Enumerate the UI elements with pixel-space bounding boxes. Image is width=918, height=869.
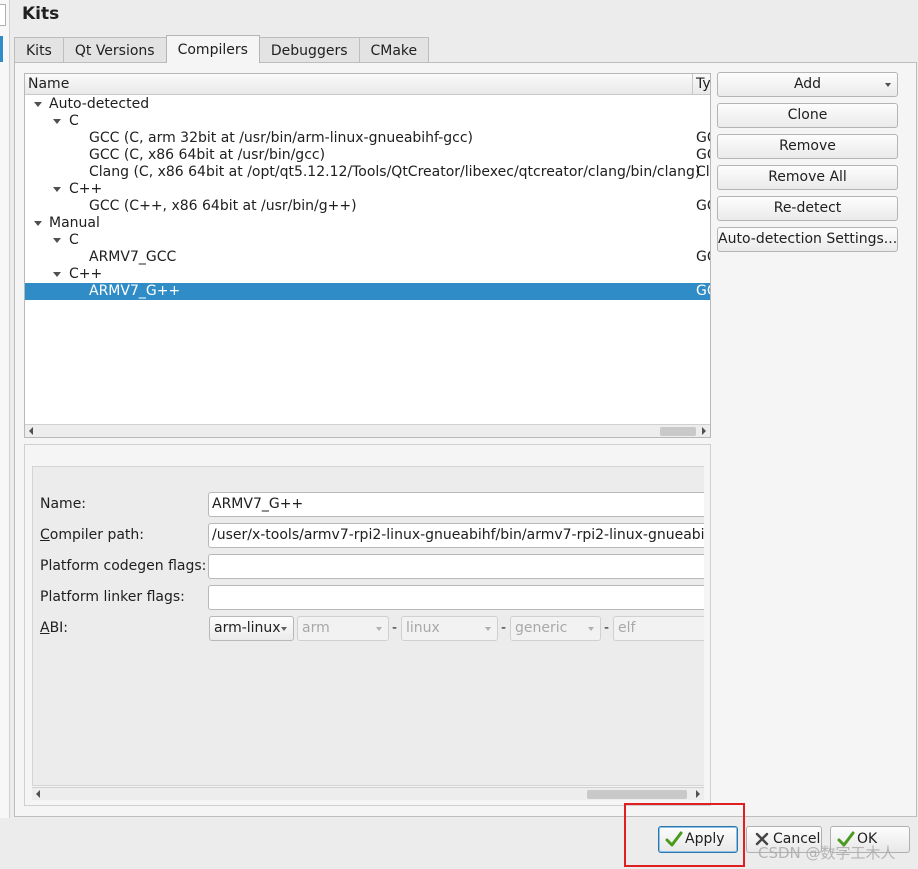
name-field[interactable]: ARMV7_G++	[208, 492, 704, 517]
tree-row-label: ARMV7_G++	[89, 283, 181, 299]
abi-os-value: linux	[406, 620, 440, 636]
add-button-label: Add	[793, 76, 822, 92]
tree-row[interactable]: Manual	[25, 215, 710, 232]
checkmark-icon	[665, 831, 683, 847]
tab-qt-versions[interactable]: Qt Versions	[62, 37, 167, 63]
tree-row-label: C++	[69, 266, 103, 282]
abi-label: ABI:	[40, 620, 69, 636]
tree-header: Name Ty	[25, 74, 710, 95]
tree-row-label: C	[69, 113, 79, 129]
abi-arch-select: arm	[297, 616, 389, 641]
tree-row[interactable]: Clang (C, x86 64bit at /opt/qt5.12.12/To…	[25, 164, 710, 181]
compiler-path-field[interactable]: /user/x-tools/armv7-rpi2-linux-gnueabihf…	[208, 523, 704, 548]
tree-row-label: ARMV7_GCC	[89, 249, 177, 265]
tree-row[interactable]: GCC (C++, x86 64bit at /usr/bin/g++) GC	[25, 198, 710, 215]
tree-row[interactable]: C	[25, 232, 710, 249]
abi-select-value: arm-linux	[214, 620, 281, 636]
chevron-down-icon	[588, 627, 594, 631]
tree-row[interactable]: ARMV7_G++ GC	[25, 283, 710, 300]
expand-arrow-icon[interactable]	[34, 102, 42, 107]
name-label: Name:	[40, 496, 87, 512]
tree-row-type: GC	[696, 147, 710, 163]
tree-row-label: Clang (C, x86 64bit at /opt/qt5.12.12/To…	[89, 164, 701, 180]
abi-select[interactable]: arm-linux	[209, 616, 294, 641]
tree-row-label: Manual	[49, 215, 100, 231]
column-separator[interactable]	[692, 74, 693, 95]
abi-separator: -	[501, 620, 507, 636]
expand-arrow-icon[interactable]	[53, 187, 61, 192]
column-header-type[interactable]: Ty	[696, 76, 710, 92]
scrollbar-thumb[interactable]	[587, 790, 687, 799]
chevron-down-icon	[885, 83, 891, 87]
abi-os-select: linux	[401, 616, 498, 641]
tree-row-label: Auto-detected	[49, 96, 150, 112]
expand-arrow-icon[interactable]	[53, 238, 61, 243]
remove-button[interactable]: Remove	[717, 134, 898, 159]
tree-row-type: Cl	[696, 164, 710, 180]
tree-row[interactable]: C++	[25, 266, 710, 283]
sidebar-selected-item[interactable]	[0, 4, 6, 26]
scroll-right-icon[interactable]	[702, 427, 706, 435]
abi-separator: -	[392, 620, 398, 636]
platform-linker-flags-label: Platform linker flags:	[40, 589, 185, 605]
tree-row-label: C++	[69, 181, 103, 197]
details-horizontal-scrollbar[interactable]	[32, 787, 704, 800]
tree-row[interactable]: Auto-detected	[25, 96, 710, 113]
abi-arch-value: arm	[302, 620, 330, 636]
expand-arrow-icon[interactable]	[53, 119, 61, 124]
tree-row-type: GC	[696, 249, 710, 265]
expand-arrow-icon[interactable]	[34, 221, 42, 226]
tree-row-label: C	[69, 232, 79, 248]
scrollbar-thumb[interactable]	[660, 427, 696, 436]
tree-row[interactable]: ARMV7_GCC GC	[25, 249, 710, 266]
platform-codegen-flags-label: Platform codegen flags:	[40, 558, 207, 574]
page-title: Kits	[22, 4, 60, 24]
scroll-left-icon[interactable]	[36, 790, 40, 798]
abi-format-select: elf	[613, 616, 704, 641]
remove-all-button[interactable]: Remove All	[717, 165, 898, 190]
compiler-tree[interactable]: Name Ty Auto-detected C GCC (C, arm 32bit …	[24, 73, 711, 438]
platform-codegen-flags-field[interactable]	[208, 554, 704, 579]
tree-row-label: GCC (C++, x86 64bit at /usr/bin/g++)	[89, 198, 357, 214]
add-button[interactable]: Add	[717, 72, 898, 97]
tree-horizontal-scrollbar[interactable]	[25, 424, 710, 437]
abi-flavor-select: generic	[510, 616, 601, 641]
tree-row-type: GC	[696, 130, 710, 146]
auto-detection-settings-button[interactable]: Auto-detection Settings...	[717, 227, 898, 252]
tree-row-type: GC	[696, 283, 710, 299]
tree-row[interactable]: GCC (C, arm 32bit at /usr/bin/arm-linux-…	[25, 130, 710, 147]
redetect-button[interactable]: Re-detect	[717, 196, 898, 221]
tree-row-label: GCC (C, x86 64bit at /usr/bin/gcc)	[89, 147, 326, 163]
column-header-name[interactable]: Name	[28, 76, 69, 92]
tab-debuggers[interactable]: Debuggers	[258, 37, 360, 63]
tree-row[interactable]: GCC (C, x86 64bit at /usr/bin/gcc) GC	[25, 147, 710, 164]
apply-button-label: Apply	[685, 831, 725, 847]
tree-row-label: GCC (C, arm 32bit at /usr/bin/arm-linux-…	[89, 130, 474, 146]
tab-compilers[interactable]: Compilers	[165, 35, 260, 63]
platform-linker-flags-field[interactable]	[208, 585, 704, 610]
chevron-down-icon	[376, 627, 382, 631]
watermark: CSDN @数字工木人	[758, 844, 896, 862]
tab-kits[interactable]: Kits	[14, 37, 64, 63]
tab-cmake[interactable]: CMake	[358, 37, 430, 63]
abi-flavor-value: generic	[515, 620, 568, 636]
tab-bar: Kits Qt Versions Compilers Debuggers CMa…	[14, 35, 430, 63]
compiler-path-label: Compiler path:	[40, 527, 145, 543]
tree-row[interactable]: C	[25, 113, 710, 130]
tree-row-type: GC	[696, 198, 710, 214]
expand-arrow-icon[interactable]	[53, 272, 61, 277]
apply-button[interactable]: Apply	[658, 826, 738, 853]
sidebar-accent	[0, 36, 3, 62]
chevron-down-icon	[281, 627, 287, 631]
scroll-left-icon[interactable]	[29, 427, 33, 435]
tree-row[interactable]: C++	[25, 181, 710, 198]
clone-button[interactable]: Clone	[717, 103, 898, 128]
scroll-right-icon[interactable]	[696, 790, 700, 798]
left-sidebar-strip	[0, 0, 10, 869]
chevron-down-icon	[485, 627, 491, 631]
abi-format-value: elf	[618, 620, 636, 636]
abi-separator: -	[604, 620, 610, 636]
